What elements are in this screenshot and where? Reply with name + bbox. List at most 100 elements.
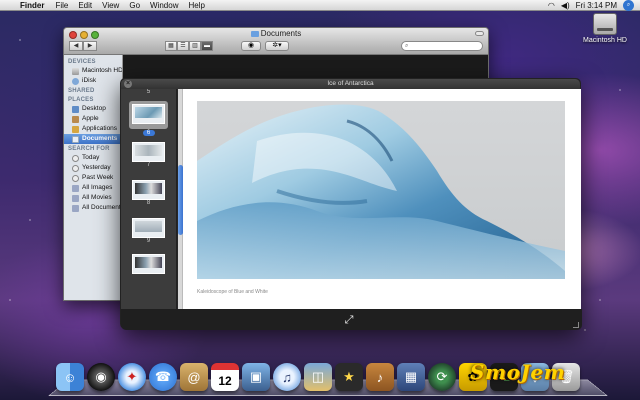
search-icon: ⌕ [405, 43, 409, 49]
smart-folder-icon [72, 184, 79, 192]
close-icon[interactable]: × [124, 80, 132, 88]
sidebar-header-search: SEARCH FOR [68, 146, 110, 152]
clock-icon [72, 154, 79, 162]
sidebar-item-desktop[interactable]: Desktop [64, 104, 122, 114]
toolbar-toggle-button[interactable] [475, 31, 484, 36]
thumbnail-page-9[interactable] [132, 218, 165, 238]
thumbnail-page-10[interactable] [132, 254, 165, 274]
thumbnail-selected[interactable] [129, 101, 168, 129]
sidebar-item-label: Desktop [82, 105, 106, 112]
resize-grip[interactable] [573, 322, 579, 328]
sidebar-item-apple[interactable]: Apple [64, 114, 122, 124]
sidebar-item-today[interactable]: Today [64, 153, 122, 163]
search-input[interactable]: ⌕ [401, 41, 483, 51]
menu-clock[interactable]: Fri 3:14 PM [576, 1, 617, 10]
sidebar-item-past-week[interactable]: Past Week [64, 173, 122, 183]
sidebar-item-yesterday[interactable]: Yesterday [64, 163, 122, 173]
dock-imovie-icon[interactable]: ★ [335, 363, 363, 391]
folder-icon [250, 31, 259, 37]
hard-drive-icon [593, 13, 617, 35]
menu-bar: Finder File Edit View Go Window Help ◠ ◀… [0, 0, 640, 11]
iceberg-image [197, 101, 565, 279]
sidebar-item-all-movies[interactable]: All Movies [64, 193, 122, 203]
menu-view[interactable]: View [97, 1, 124, 10]
coverflow-view-button[interactable]: ▬ [201, 41, 213, 51]
iceberg-photo [197, 101, 565, 279]
sidebar-item-label: All Documents [82, 204, 122, 211]
smart-folder-icon [72, 204, 79, 212]
wifi-icon[interactable]: ◠ [548, 1, 555, 10]
sidebar-item-label: Documents [82, 135, 118, 142]
dock-address-book-icon[interactable]: @ [180, 363, 208, 391]
menu-file[interactable]: File [50, 1, 73, 10]
desktop-hd-icon[interactable]: Macintosh HD [580, 13, 630, 44]
dock-dashboard-icon[interactable]: ◉ [87, 363, 115, 391]
list-view-button[interactable]: ☰ [177, 41, 189, 51]
view-buttons: ▦ ☰ ▥ ▬ [165, 41, 213, 51]
desktop-hd-label: Macintosh HD [583, 37, 627, 44]
sidebar-item-documents[interactable]: Documents [64, 134, 122, 144]
sidebar-item-label: iDisk [82, 77, 97, 84]
volume-icon[interactable]: ◀) [561, 1, 570, 10]
back-button[interactable]: ◀ [69, 41, 83, 51]
watermark-logo: SmoJem [470, 360, 566, 384]
menu-help[interactable]: Help [183, 1, 209, 10]
menu-app-finder[interactable]: Finder [18, 1, 50, 10]
sidebar-item-idisk[interactable]: iDisk [64, 76, 122, 86]
dock-ical-icon[interactable]: 12 [211, 363, 239, 391]
sidebar-item-all-documents[interactable]: All Documents [64, 203, 122, 213]
dock-garageband-icon[interactable]: ♪ [366, 363, 394, 391]
quicklook-titlebar[interactable]: × Ice of Antarctica [121, 79, 580, 89]
sidebar-item-label: Yesterday [82, 164, 111, 171]
dock-iphoto-icon[interactable]: ▣ [242, 363, 270, 391]
documents-icon [72, 135, 79, 143]
sidebar-item-label: All Movies [82, 194, 112, 201]
quicklook-footer: ⤢ [121, 309, 582, 330]
quicklook-button[interactable]: ◉ [241, 41, 261, 51]
finder-window-title: Documents [64, 29, 488, 38]
page-thumbnails[interactable]: 5 6 7 8 9 [121, 89, 177, 309]
sidebar-item-label: Past Week [82, 174, 114, 181]
menu-edit[interactable]: Edit [73, 1, 97, 10]
smart-folder-icon [72, 194, 79, 202]
clock-icon [72, 164, 79, 172]
dock-finder-icon[interactable]: ☺ [56, 363, 84, 391]
column-view-button[interactable]: ▥ [189, 41, 201, 51]
dock-preview-icon[interactable]: ◫ [304, 363, 332, 391]
sidebar-item-label: All Images [82, 184, 113, 191]
dock-safari-icon[interactable]: ✦ [118, 363, 146, 391]
dock-ichat-icon[interactable]: ☎ [149, 363, 177, 391]
applications-icon [72, 125, 79, 133]
menu-go[interactable]: Go [124, 1, 145, 10]
dock-time-machine-icon[interactable]: ⟳ [428, 363, 456, 391]
thumbnail-page-7[interactable] [132, 142, 165, 162]
sidebar-item-label: Macintosh HD [82, 67, 122, 74]
quicklook-title: Ice of Antarctica [327, 80, 374, 87]
thumbnail-page-6 [132, 104, 165, 124]
hard-drive-icon [72, 67, 79, 75]
quicklook-window: × Ice of Antarctica 5 6 7 8 9 Kaleidosco… [120, 78, 582, 330]
idisk-icon [72, 77, 79, 85]
clock-icon [72, 174, 79, 182]
finder-sidebar: DEVICES Macintosh HD iDisk SHARED PLACES… [64, 55, 123, 300]
document-page: Kaleidoscope of Blue and White [183, 89, 581, 309]
icon-view-button[interactable]: ▦ [165, 41, 177, 51]
dock-spaces-icon[interactable]: ▦ [397, 363, 425, 391]
finder-titlebar[interactable]: Documents ◀ ▶ ▦ ☰ ▥ ▬ ◉ ✲▾ ⌕ [64, 28, 488, 55]
sidebar-item-all-images[interactable]: All Images [64, 183, 122, 193]
sidebar-item-applications[interactable]: Applications [64, 124, 122, 134]
menu-extras: ◠ ◀) Fri 3:14 PM ⌕ [548, 0, 640, 11]
nav-buttons: ◀ ▶ [69, 41, 97, 51]
action-menu-button[interactable]: ✲▾ [265, 41, 289, 51]
sidebar-header-places: PLACES [68, 97, 94, 103]
dock-itunes-icon[interactable]: ♫ [273, 363, 301, 391]
sidebar-item-macintosh-hd[interactable]: Macintosh HD [64, 66, 122, 76]
thumbnail-page-8[interactable] [132, 180, 165, 200]
sidebar-header-shared: SHARED [68, 88, 95, 94]
sidebar-item-label: Today [82, 154, 100, 161]
sidebar-header-devices: DEVICES [68, 59, 96, 65]
fullscreen-icon[interactable]: ⤢ [342, 313, 356, 327]
forward-button[interactable]: ▶ [83, 41, 97, 51]
spotlight-icon[interactable]: ⌕ [623, 0, 634, 11]
menu-window[interactable]: Window [145, 1, 183, 10]
